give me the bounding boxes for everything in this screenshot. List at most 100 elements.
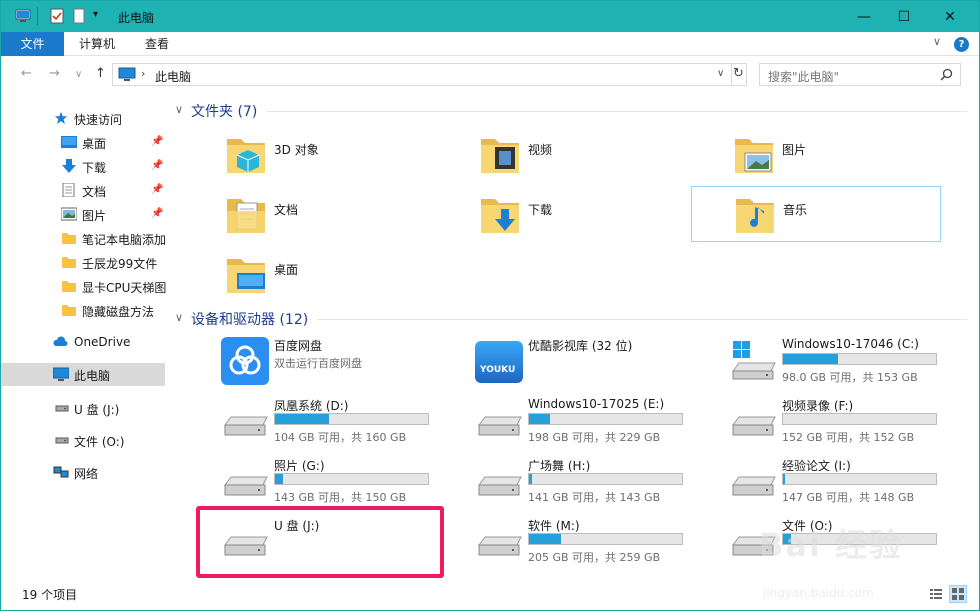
up-arrow-icon[interactable]: ↑ [95,66,106,81]
search-box[interactable]: 搜索"此电脑" [759,63,961,86]
capacity-bar [528,533,683,545]
sidebar-item-folder[interactable]: 壬辰龙99文件 [1,251,165,274]
sidebar-item-folder[interactable]: 笔记本电脑添加 [1,227,167,250]
back-arrow-icon[interactable]: ← [21,66,32,81]
sidebar-item-quick-access[interactable]: 快速访问 [1,107,165,130]
folder-documents[interactable]: 文档 [223,189,473,245]
folder-label: 音乐 [783,203,808,217]
sidebar-item-pictures[interactable]: 图片 📌 [1,203,165,226]
capacity-fill [783,474,785,484]
sidebar-label: 隐藏磁盘方法 [82,305,155,319]
pin-icon[interactable]: 📌 [151,184,163,195]
folder-label: 视频 [528,143,553,157]
sidebar-label: 文件 (O:) [74,435,125,449]
sidebar-label: 网络 [74,467,99,481]
new-folder-icon[interactable] [71,8,87,24]
folders-group-header[interactable]: 文件夹 (7) [191,101,257,121]
sidebar-item-drive-o[interactable]: 文件 (O:) [1,429,165,452]
hard-drive-icon [55,437,69,444]
address-bar[interactable]: › 此电脑 ∨ ↻ [112,63,747,86]
refresh-icon[interactable]: ↻ [733,66,744,81]
folder-downloads[interactable]: 下载 [477,189,727,245]
tab-file[interactable]: 文件 [1,32,64,56]
navigation-bar: ← → ∨ ↑ › 此电脑 ∨ ↻ 搜索"此电脑" [1,57,979,93]
device-drive-h[interactable]: 广场舞 (H:) 141 GB 可用，共 143 GB [473,453,723,509]
network-icon [53,466,69,478]
folder-videos[interactable]: 视频 [477,129,727,185]
explorer-window: ▾ 此电脑 — ☐ ✕ 文件 计算机 查看 ∨ ? ← → ∨ ↑ › 此电脑 … [0,0,980,611]
search-icon[interactable] [940,68,953,81]
device-youku[interactable]: YOUKU 优酷影视库 (32 位) [473,333,723,389]
properties-icon[interactable] [49,8,65,24]
sidebar-label: U 盘 (J:) [74,403,120,417]
hard-drive-icon [224,416,268,436]
device-drive-d[interactable]: 凤凰系统 (D:) 104 GB 可用，共 160 GB [219,393,469,449]
sidebar-item-folder[interactable]: 显卡CPU天梯图 [1,275,166,298]
highlight-annotation-box [196,506,444,578]
device-drive-m[interactable]: 软件 (M:) 205 GB 可用，共 259 GB [473,513,723,569]
device-drive-g[interactable]: 照片 (G:) 143 GB 可用，共 150 GB [219,453,469,509]
music-note-icon [736,199,774,233]
device-baidu-netdisk[interactable]: 百度网盘 双击运行百度网盘 [219,333,469,389]
ribbon-tabs: 文件 计算机 查看 ∨ ? [1,32,979,56]
capacity-bar [528,413,683,425]
sidebar-item-downloads[interactable]: 下载 📌 [1,155,165,178]
sidebar-item-folder[interactable]: 隐藏磁盘方法 [1,299,165,322]
device-name: 经验论文 (I:) [782,459,851,473]
this-pc-icon [15,9,31,22]
forward-arrow-icon[interactable]: → [49,66,60,81]
sidebar-item-documents[interactable]: 文档 📌 [1,179,165,202]
device-name: 优酷影视库 (32 位) [528,339,633,353]
folder-desktop[interactable]: 桌面 [223,249,473,305]
sidebar-item-network[interactable]: 网络 [1,461,165,484]
sidebar-label: 笔记本电脑添加 [82,233,167,247]
maximize-button[interactable]: ☐ [881,1,927,32]
device-drive-i[interactable]: 经验论文 (I:) 147 GB 可用，共 148 GB [727,453,977,509]
capacity-bar [782,413,937,425]
breadcrumb-chevron-icon[interactable]: › [141,67,145,80]
document-icon [62,183,75,197]
title-bar[interactable]: ▾ 此电脑 — ☐ ✕ [1,1,979,32]
device-drive-f[interactable]: 视频录像 (F:) 152 GB 可用，共 152 GB [727,393,977,449]
device-drive-c[interactable]: Windows10-17046 (C:) 98.0 GB 可用，共 153 GB [727,333,977,389]
capacity-fill [275,474,283,484]
chevron-down-icon[interactable]: ∨ [175,311,183,324]
tab-computer[interactable]: 计算机 [65,32,129,56]
tab-view[interactable]: 查看 [129,32,185,56]
breadcrumb-this-pc[interactable]: 此电脑 [155,68,191,85]
details-view-icon[interactable] [929,587,943,601]
chevron-down-icon[interactable]: ∨ [933,35,941,48]
folder-3d-objects[interactable]: 3D 对象 [223,129,473,185]
pin-icon[interactable]: 📌 [151,208,163,219]
large-icons-view-icon[interactable] [949,585,967,603]
capacity-fill [529,414,551,424]
folder-icon [62,257,76,268]
quick-toolbar-dropdown-icon[interactable]: ▾ [93,9,98,20]
sidebar-item-onedrive[interactable]: OneDrive [1,331,165,354]
address-dropdown-icon[interactable]: ∨ [717,68,724,79]
sidebar-label: 文档 [82,185,107,199]
sidebar-item-usb-drive[interactable]: U 盘 (J:) [1,397,165,420]
folder-icon [62,305,76,316]
close-button[interactable]: ✕ [927,1,973,32]
chevron-down-icon[interactable]: ∨ [175,103,183,116]
device-name: 软件 (M:) [528,519,580,533]
device-name: 百度网盘 [274,339,323,353]
folder-pictures[interactable]: 图片 [731,129,980,185]
device-name: 照片 (G:) [274,459,325,473]
folder-icon [62,281,76,292]
folder-label: 桌面 [274,263,299,277]
devices-group-header[interactable]: 设备和驱动器 (12) [191,309,308,329]
sidebar-item-desktop[interactable]: 桌面 📌 [1,131,165,154]
device-size: 152 GB 可用，共 152 GB [782,431,915,444]
folder-music-selected[interactable]: 音乐 [691,186,941,242]
hard-drive-icon [478,536,522,556]
pin-icon[interactable]: 📌 [151,136,163,147]
sidebar-label: 下载 [82,161,107,175]
device-drive-e[interactable]: Windows10-17025 (E:) 198 GB 可用，共 229 GB [473,393,723,449]
document-icon [227,199,265,233]
recent-locations-icon[interactable]: ∨ [75,69,82,80]
pin-icon[interactable]: 📌 [151,160,163,171]
sidebar-item-this-pc[interactable]: 此电脑 [1,363,165,386]
help-icon[interactable]: ? [954,37,969,52]
